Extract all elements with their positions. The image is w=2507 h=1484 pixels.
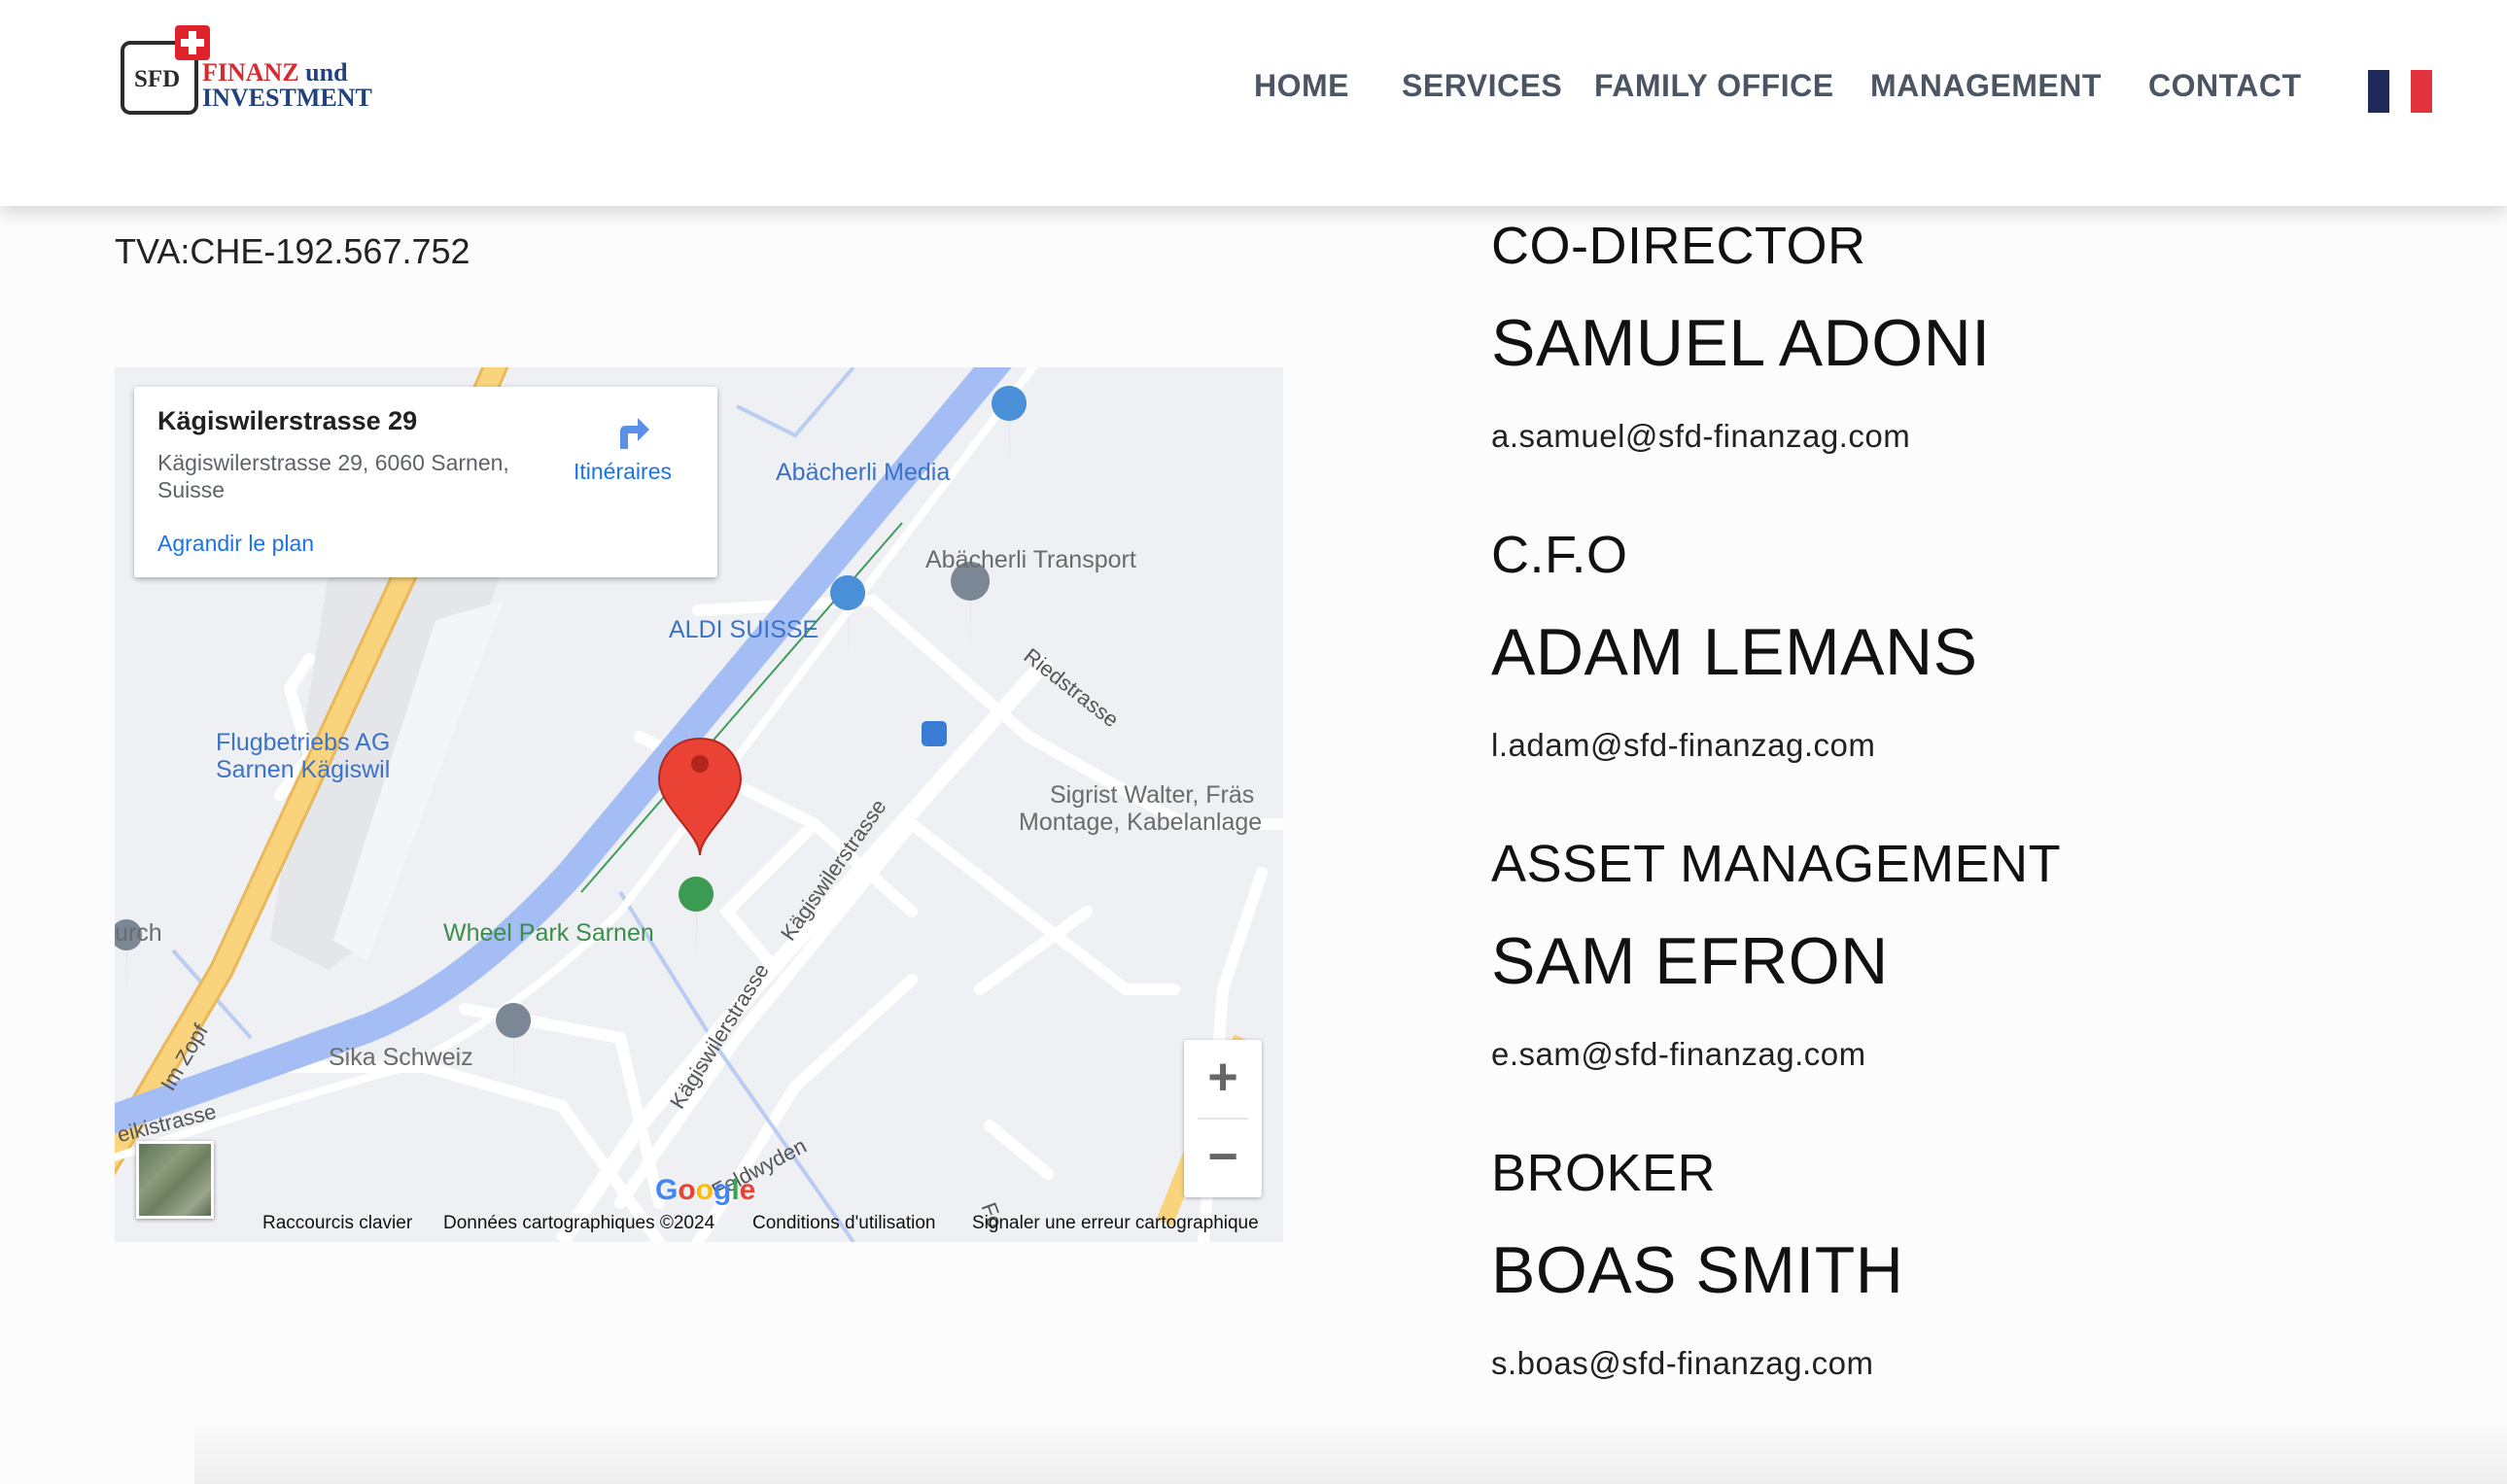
site-header: SFD FINANZ und INVESTMENT HOME SERVICES … bbox=[0, 0, 2507, 206]
satellite-toggle[interactable] bbox=[136, 1141, 214, 1219]
google-map[interactable]: Abächerli Media Abächerli Transport ALDI… bbox=[115, 367, 1283, 1242]
map-label-abacherli-transport[interactable]: Abächerli Transport bbox=[925, 546, 1136, 574]
nav-family-office[interactable]: FAMILY OFFICE bbox=[1594, 68, 1834, 104]
map-data-credit: Données cartographiques ©2024 bbox=[443, 1213, 715, 1233]
zoom-out-button[interactable]: − bbox=[1184, 1120, 1262, 1197]
map-label-flugbetriebs-2[interactable]: Sarnen Kägiswil bbox=[216, 756, 390, 784]
directions-link[interactable]: Itinéraires bbox=[574, 459, 672, 485]
logo-mark: SFD bbox=[134, 66, 181, 92]
nav-home[interactable]: HOME bbox=[1254, 68, 1349, 104]
directions-icon[interactable] bbox=[610, 410, 653, 453]
place-info-card: Kägiswilerstrasse 29 Kägiswilerstrasse 2… bbox=[134, 387, 717, 577]
enlarge-map-link[interactable]: Agrandir le plan bbox=[157, 531, 314, 557]
keyboard-shortcuts-link[interactable]: Raccourcis clavier bbox=[262, 1213, 412, 1234]
place-title: Kägiswilerstrasse 29 bbox=[157, 406, 418, 435]
nav-contact[interactable]: CONTACT bbox=[2148, 68, 2302, 104]
member-role: C.F.O bbox=[1491, 526, 1628, 584]
member-role: ASSET MANAGEMENT bbox=[1491, 835, 2062, 893]
logo-word-finanz: FINANZ bbox=[202, 58, 299, 86]
logo-line-2: INVESTMENT bbox=[202, 84, 372, 112]
member-role: CO-DIRECTOR bbox=[1491, 217, 1866, 275]
map-attribution-bar: Raccourcis clavier Données cartographiqu… bbox=[115, 1209, 1283, 1242]
map-zoom-controls: + − bbox=[1184, 1040, 1262, 1197]
logo-word-und: und bbox=[305, 58, 348, 86]
flag-stripe-red bbox=[2411, 70, 2432, 113]
member-email[interactable]: e.sam@sfd-finanzag.com bbox=[1491, 1036, 1866, 1073]
flag-stripe-blue bbox=[2368, 70, 2389, 113]
report-error-link[interactable]: Signaler une erreur cartographique bbox=[972, 1213, 1259, 1234]
footer-shadow bbox=[194, 1419, 2507, 1484]
map-label-sigrist-1[interactable]: Sigrist Walter, Fräs bbox=[1050, 781, 1254, 810]
terms-link[interactable]: Conditions d'utilisation bbox=[752, 1213, 935, 1234]
map-label-sigrist-2[interactable]: Montage, Kabelanlage bbox=[1019, 809, 1262, 837]
place-address: Kägiswilerstrasse 29, 6060 Sarnen, Suiss… bbox=[157, 450, 509, 502]
swiss-cross-icon bbox=[175, 25, 210, 60]
french-flag-icon[interactable] bbox=[2368, 70, 2432, 113]
zoom-in-button[interactable]: + bbox=[1184, 1040, 1262, 1118]
map-label-urch: urch bbox=[115, 919, 162, 947]
member-name: SAMUEL ADONI bbox=[1491, 306, 1991, 380]
member-email[interactable]: l.adam@sfd-finanzag.com bbox=[1491, 727, 1875, 764]
nav-management[interactable]: MANAGEMENT bbox=[1870, 68, 2102, 104]
map-label-abacherli-media[interactable]: Abächerli Media bbox=[776, 459, 950, 487]
flag-stripe-white bbox=[2389, 70, 2411, 113]
company-tva-number: TVA:CHE-192.567.752 bbox=[115, 231, 470, 271]
map-label-sika[interactable]: Sika Schweiz bbox=[329, 1044, 473, 1072]
member-email[interactable]: a.samuel@sfd-finanzag.com bbox=[1491, 418, 1910, 455]
member-role: BROKER bbox=[1491, 1144, 1717, 1202]
member-name: SAM EFRON bbox=[1491, 924, 1889, 998]
google-logo: Google bbox=[655, 1174, 756, 1206]
map-label-flugbetriebs-1[interactable]: Flugbetriebs AG bbox=[216, 729, 390, 757]
map-label-wheel-park[interactable]: Wheel Park Sarnen bbox=[443, 919, 654, 948]
company-logo[interactable]: SFD FINANZ und INVESTMENT bbox=[121, 25, 383, 119]
member-name: ADAM LEMANS bbox=[1491, 615, 1978, 689]
member-name: BOAS SMITH bbox=[1491, 1233, 1904, 1307]
nav-services[interactable]: SERVICES bbox=[1402, 68, 1562, 104]
member-email[interactable]: s.boas@sfd-finanzag.com bbox=[1491, 1345, 1874, 1382]
map-label-aldi[interactable]: ALDI SUISSE bbox=[669, 616, 818, 644]
